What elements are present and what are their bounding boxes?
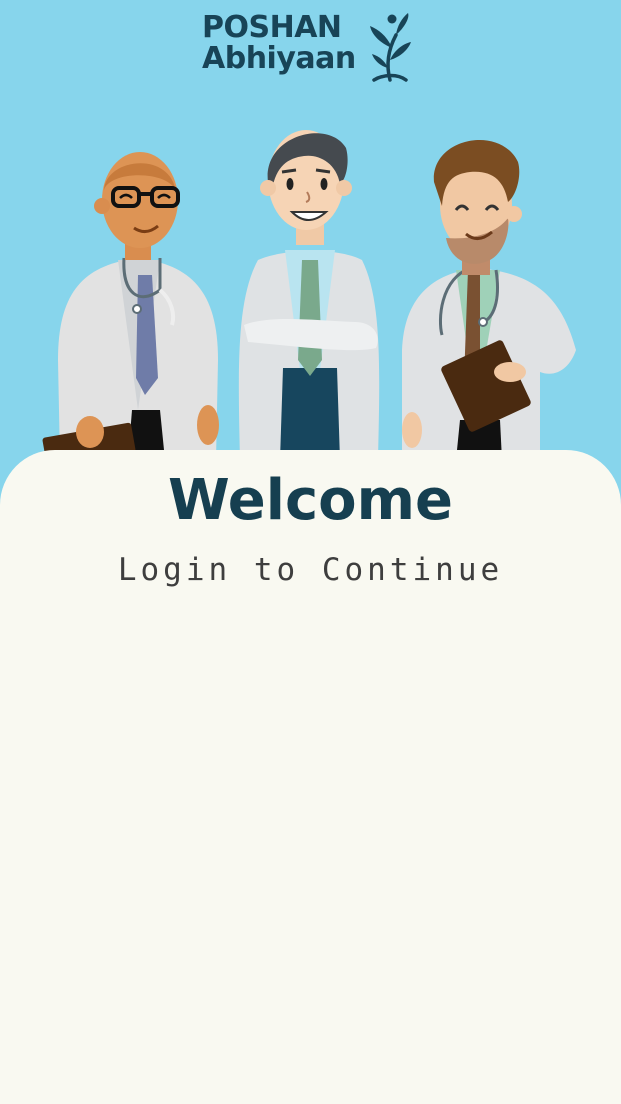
doctors-group-illustration [42, 130, 576, 460]
logo-line-1: POSHAN [202, 10, 342, 45]
app-header: POSHAN Abhiyaan [0, 0, 621, 460]
login-card [0, 450, 621, 1104]
doctor-left-figure [42, 152, 219, 460]
page-subtitle: Login to Continue [117, 552, 504, 588]
doctor-center-figure [238, 130, 380, 460]
poshan-abhiyaan-logo: POSHAN Abhiyaan [202, 12, 414, 84]
leaf-person-icon [369, 13, 411, 82]
logo-line-2: Abhiyaan [202, 41, 356, 76]
logo-wordmark: POSHAN Abhiyaan [202, 12, 356, 74]
page-title: Welcome [168, 468, 453, 533]
doctor-right-figure [402, 139, 576, 460]
